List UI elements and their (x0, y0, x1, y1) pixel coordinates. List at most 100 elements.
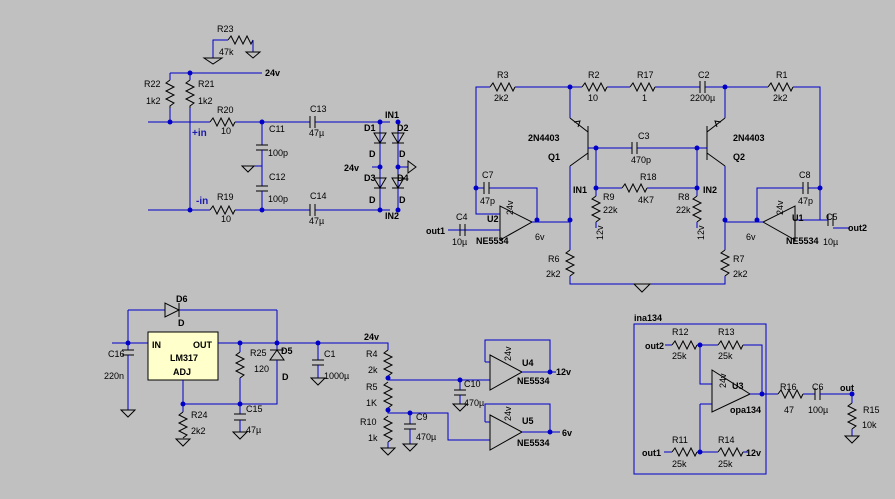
D1-val: D (369, 149, 376, 159)
R1-ref: R1 (776, 70, 788, 80)
C9-val: 470µ (416, 432, 436, 442)
U4-val: NE5534 (517, 376, 550, 386)
net-in2-label: IN2 (385, 211, 399, 221)
R20-val: 10 (221, 126, 231, 136)
net-out1-ina: out1 (642, 448, 661, 458)
C10-val: 470µ (464, 398, 484, 408)
C6-ref: C6 (812, 382, 824, 392)
C15-ref: C15 (246, 404, 263, 414)
R24-ref: R24 (191, 410, 208, 420)
ina134-section: ina134 out2 R12 25k R13 25k U3 opa134 24… (633, 313, 880, 475)
C7-val: 47p (480, 196, 495, 206)
R6-val: 2k2 (546, 269, 561, 279)
Q2-val: 2N4403 (733, 133, 765, 143)
U3-ref: U3 (732, 381, 744, 391)
R21-val: 1k2 (198, 96, 213, 106)
C2-ref: C2 (698, 70, 710, 80)
R22-val: 1k2 (146, 96, 161, 106)
Q1-val: 2N4403 (528, 133, 560, 143)
C3-ref: C3 (638, 131, 650, 141)
D5-val: D (282, 372, 289, 382)
net-24v-u2: 24v (505, 200, 515, 215)
R18-ref: R18 (640, 172, 657, 182)
net-12v-ina: 12v (746, 448, 761, 458)
R21-ref: R21 (198, 79, 215, 89)
R19-val: 10 (221, 214, 231, 224)
net-24v-top: 24v (265, 68, 280, 78)
C12-ref: C12 (269, 172, 286, 182)
C13-ref: C13 (310, 104, 327, 114)
R13-val: 25k (718, 351, 733, 361)
R14-val: 25k (718, 459, 733, 469)
R25-ref: R25 (250, 348, 267, 358)
D4-val: D (399, 195, 406, 205)
R25-val: 120 (254, 364, 269, 374)
net-in2-amp: IN2 (703, 185, 717, 195)
net-in1-label: IN1 (385, 110, 399, 120)
Q2-ref: Q2 (733, 152, 745, 162)
R6-ref: R6 (548, 254, 560, 264)
lm317-out: OUT (193, 340, 213, 350)
R10-ref: R10 (360, 417, 377, 427)
net-out2-amp: out2 (848, 223, 867, 233)
C8-val: 47p (798, 196, 813, 206)
U3-val: opa134 (730, 405, 761, 415)
schematic-canvas[interactable]: R23 47k 24v R22 1k2 R21 1k2 +in R20 10 C… (0, 0, 895, 499)
U2-val: NE5534 (476, 236, 509, 246)
net-24v-u3: 24v (718, 373, 728, 388)
C14-val: 47µ (309, 216, 324, 226)
D4-ref: D4 (397, 173, 409, 183)
net-24v-u1: 24v (775, 200, 785, 215)
R5-ref: R5 (366, 382, 378, 392)
net-out2-ina: out2 (645, 341, 664, 351)
C11-val: 100p (268, 148, 288, 158)
D3-val: D (369, 195, 376, 205)
R13-ref: R13 (718, 327, 735, 337)
C2-val: 2200µ (690, 93, 715, 103)
D5-ref: D5 (281, 346, 293, 356)
R22-ref: R22 (144, 79, 161, 89)
ina134-label: ina134 (634, 313, 662, 323)
net-6v-u2: 6v (535, 232, 545, 242)
net-in-neg: -in (196, 196, 208, 207)
C1-ref: C1 (324, 349, 336, 359)
U1-val: NE5534 (786, 236, 819, 246)
R11-ref: R11 (672, 435, 688, 445)
R23-ref: R23 (217, 24, 234, 34)
C13-val: 47µ (309, 128, 324, 138)
R15-val: 10k (862, 420, 877, 430)
D3-ref: D3 (364, 173, 376, 183)
R20-ref: R20 (217, 105, 234, 115)
C14-ref: C14 (310, 191, 327, 201)
R8-ref: R8 (678, 192, 690, 202)
net-24v-u5: 24v (503, 406, 513, 421)
R9-val: 22k (603, 205, 618, 215)
D2-val: D (399, 149, 406, 159)
R12-val: 25k (672, 351, 687, 361)
C16-ref: C16 (108, 349, 125, 359)
R18-val: 4K7 (638, 195, 654, 205)
net-out-final: out (840, 383, 854, 393)
D6-val: D (178, 318, 185, 328)
R17-val: 1 (642, 93, 647, 103)
R2-ref: R2 (588, 70, 600, 80)
net-6v-u5: 6v (562, 428, 572, 438)
regulator-section: D6 D C16 220n IN OUT LM317 ADJ D5 D R25 … (104, 294, 572, 456)
R16-ref: R16 (780, 382, 797, 392)
net-12v-r9: 12v (595, 225, 605, 240)
R3-val: 2k2 (494, 93, 509, 103)
C6-val: 100µ (808, 405, 828, 415)
C4-val: 10µ (452, 237, 467, 247)
C15-val: 47µ (246, 425, 261, 435)
C12-val: 100p (268, 194, 288, 204)
C11-ref: C11 (269, 124, 285, 134)
lm317-name: LM317 (170, 353, 198, 363)
C1-val: 1000µ (324, 371, 349, 381)
U5-ref: U5 (522, 416, 534, 426)
net-in-pos: +in (192, 128, 207, 139)
R3-ref: R3 (497, 70, 509, 80)
Q1-ref: Q1 (548, 152, 560, 162)
U5-val: NE5534 (517, 438, 550, 448)
R2-val: 10 (588, 93, 598, 103)
R14-ref: R14 (718, 435, 735, 445)
